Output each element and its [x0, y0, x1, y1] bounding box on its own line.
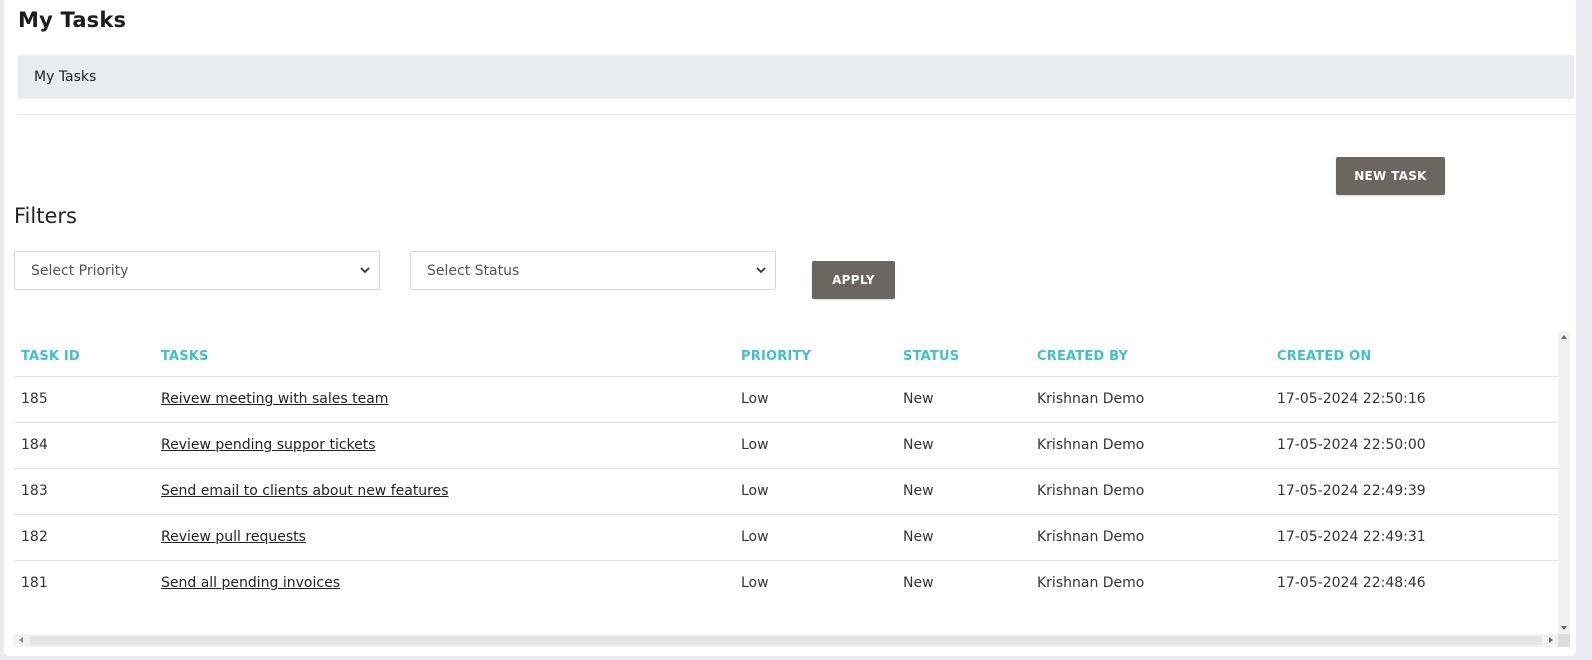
cell-status: New: [896, 376, 1030, 423]
priority-select-value: Select Priority: [31, 262, 129, 279]
column-header-task-id[interactable]: TASK ID: [14, 332, 154, 377]
chevron-down-icon: [756, 267, 766, 274]
table-row: 182 Review pull requests Low New Krishna…: [14, 514, 1558, 561]
apply-button[interactable]: APPLY: [812, 261, 895, 299]
cell-created-on: 17-05-2024 22:50:00: [1270, 422, 1558, 469]
scrollbar-thumb[interactable]: [30, 636, 1542, 645]
cell-priority: Low: [734, 468, 896, 515]
cell-created-on: 17-05-2024 22:50:16: [1270, 376, 1558, 423]
horizontal-scrollbar[interactable]: [14, 634, 1558, 647]
divider: [18, 114, 1574, 115]
cell-created-on: 17-05-2024 22:48:46: [1277, 575, 1426, 592]
cell-task: Review pull requests: [154, 514, 734, 561]
cell-task-id: 181: [21, 575, 48, 592]
cell-task: Send all pending invoices: [154, 560, 734, 606]
cell-created-on: 17-05-2024 22:49:39: [1270, 468, 1558, 515]
status-select[interactable]: Select Status: [410, 251, 776, 290]
scroll-left-icon[interactable]: [19, 637, 23, 643]
task-link[interactable]: Send email to clients about new features: [161, 483, 449, 499]
chevron-down-icon: [360, 267, 370, 274]
vertical-scrollbar[interactable]: [1558, 331, 1570, 634]
scrollbar-corner: [1558, 634, 1570, 647]
column-header-tasks[interactable]: TASKS: [154, 332, 734, 377]
cell-created-by: Krishnan Demo: [1030, 468, 1270, 515]
scroll-down-icon[interactable]: [1561, 626, 1567, 630]
column-header-status[interactable]: STATUS: [896, 332, 1030, 377]
tasks-table-container: TASK ID TASKS PRIORITY STATUS CREATED BY…: [14, 332, 1570, 647]
cell-created-by: Krishnan Demo: [1030, 376, 1270, 423]
table-row: 184 Review pending suppor tickets Low Ne…: [14, 422, 1558, 469]
breadcrumb: My Tasks: [18, 55, 1574, 99]
cell-task-id: 183: [14, 468, 154, 515]
cell-status: New: [903, 575, 934, 592]
cell-task: Review pending suppor tickets: [154, 422, 734, 469]
column-header-priority[interactable]: PRIORITY: [734, 332, 896, 377]
cell-priority: Low: [741, 575, 769, 592]
task-link[interactable]: Reivew meeting with sales team: [161, 391, 388, 407]
cell-status: New: [896, 422, 1030, 469]
task-link[interactable]: Review pending suppor tickets: [161, 437, 376, 453]
table-row: 183 Send email to clients about new feat…: [14, 468, 1558, 515]
cell-task: Send email to clients about new features: [154, 468, 734, 515]
task-link[interactable]: Send all pending invoices: [161, 575, 340, 591]
page-title: My Tasks: [18, 8, 127, 32]
scroll-up-icon[interactable]: [1561, 335, 1567, 339]
cell-priority: Low: [734, 422, 896, 469]
cell-task: Reivew meeting with sales team: [154, 376, 734, 423]
cell-created-by: Krishnan Demo: [1030, 422, 1270, 469]
table-row: 185 Reivew meeting with sales team Low N…: [14, 376, 1558, 423]
cell-task-id: 182: [14, 514, 154, 561]
cell-status: New: [896, 514, 1030, 561]
tasks-table: TASK ID TASKS PRIORITY STATUS CREATED BY…: [14, 332, 1558, 606]
cell-task-id: 185: [14, 376, 154, 423]
filters-heading: Filters: [14, 204, 77, 228]
cell-priority: Low: [734, 376, 896, 423]
breadcrumb-item[interactable]: My Tasks: [34, 69, 96, 85]
status-select-value: Select Status: [427, 262, 520, 279]
cell-priority: Low: [734, 514, 896, 561]
cell-task-id: 184: [14, 422, 154, 469]
new-task-button[interactable]: NEW TASK: [1336, 157, 1445, 195]
cell-created-by: Krishnan Demo: [1037, 575, 1145, 592]
scroll-right-icon[interactable]: [1549, 637, 1553, 643]
column-header-created-on[interactable]: CREATED ON: [1270, 332, 1558, 377]
task-link[interactable]: Review pull requests: [161, 529, 306, 545]
table-header-row: TASK ID TASKS PRIORITY STATUS CREATED BY…: [14, 332, 1558, 377]
table-row: 181 Send all pending invoices Low New Kr…: [14, 560, 1558, 606]
cell-created-by: Krishnan Demo: [1030, 514, 1270, 561]
priority-select[interactable]: Select Priority: [14, 251, 380, 290]
column-header-created-by[interactable]: CREATED BY: [1030, 332, 1270, 377]
cell-status: New: [896, 468, 1030, 515]
cell-created-on: 17-05-2024 22:49:31: [1270, 514, 1558, 561]
